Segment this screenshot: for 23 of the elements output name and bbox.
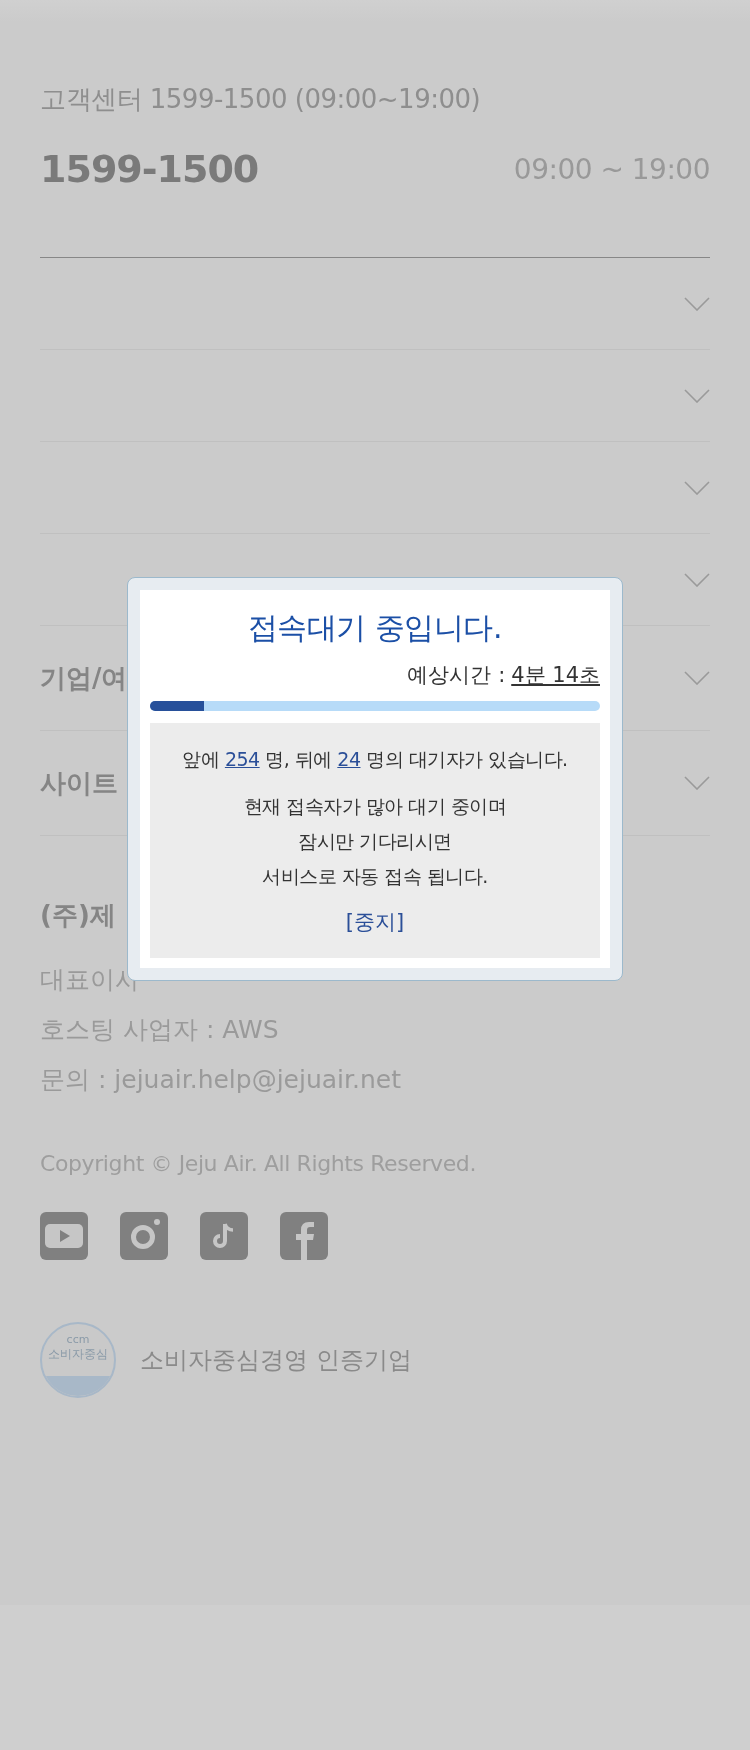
- chevron-icon[interactable]: [684, 671, 710, 685]
- stop-button[interactable]: [중지]: [341, 906, 409, 938]
- eta-label: 예상시간 :: [407, 662, 506, 689]
- behind-count[interactable]: 24: [337, 748, 361, 770]
- waiting-message: 현재 접속자가 많아 대기 중이며 잠시만 기다리시면 서비스로 자동 접속 됩니다.: [243, 794, 507, 889]
- eta-value: 4분 14초: [511, 662, 600, 689]
- chevron-icon[interactable]: [684, 776, 710, 790]
- chevron-icon[interactable]: [684, 480, 710, 495]
- certification-label: 소비자중심경영 인증기업: [140, 1345, 412, 1376]
- chevron-icon[interactable]: [684, 388, 710, 403]
- certification-badge: ccm 소비자중심: [40, 1322, 116, 1398]
- chevron-icon[interactable]: [684, 572, 710, 587]
- music-note-icon[interactable]: [200, 1212, 248, 1260]
- company-name: (주)제: [40, 899, 116, 932]
- phone-number: 1599-1500: [40, 147, 259, 191]
- play-button-icon[interactable]: [40, 1212, 88, 1260]
- support-title: 고객센터 1599-1500 (09:00~19:00): [40, 83, 482, 116]
- f-logo-icon[interactable]: [280, 1212, 328, 1260]
- camera-icon[interactable]: [120, 1212, 168, 1260]
- chevron-icon[interactable]: [684, 296, 710, 311]
- dialog-title: 접속대기 중입니다.: [246, 609, 504, 647]
- ahead-count[interactable]: 254: [224, 748, 260, 770]
- queue-sentence: 앞에 254 명, 뒤에 24 명의 대기자가 있습니다.: [182, 747, 568, 772]
